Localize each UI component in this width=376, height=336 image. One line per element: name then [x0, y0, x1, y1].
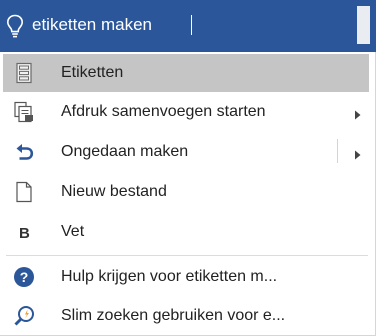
undo-icon [13, 141, 35, 163]
submenu-arrow-icon[interactable] [354, 147, 362, 165]
menu-item-label: Slim zoeken gebruiken voor e... [61, 307, 286, 324]
svg-text:?: ? [20, 269, 29, 285]
menu-item-nieuw-bestand[interactable]: Nieuw bestand [0, 172, 375, 212]
menu-item-slim-zoeken[interactable]: Slim zoeken gebruiken voor e... [0, 296, 375, 336]
menu-item-hulp-krijgen[interactable]: ? Hulp krijgen voor etiketten m... [0, 257, 375, 297]
menu-item-label: Hulp krijgen voor etiketten m... [61, 268, 278, 285]
menu-item-label: Etiketten [61, 64, 124, 81]
menu-item-label: Ongedaan maken [61, 143, 189, 160]
help-icon: ? [13, 266, 35, 288]
mail-merge-icon [13, 101, 35, 123]
labels-icon [13, 62, 35, 84]
menu-item-vet[interactable]: B Vet [0, 212, 375, 252]
smart-lookup-icon [13, 305, 35, 327]
menu-item-etiketten[interactable]: Etiketten [3, 54, 369, 92]
menu-item-label: Nieuw bestand [61, 183, 167, 200]
search-input[interactable]: etiketten maken [32, 14, 152, 36]
bold-icon: B [13, 221, 35, 243]
menu-item-afdruk-samenvoegen[interactable]: Afdruk samenvoegen starten [0, 92, 375, 132]
new-document-icon [13, 181, 35, 203]
split-button-divider [337, 139, 338, 163]
lightbulb-icon [6, 14, 24, 43]
submenu-arrow-icon[interactable] [354, 107, 362, 125]
search-field-edge [357, 6, 370, 44]
menu-item-label: Vet [61, 223, 85, 240]
search-results-menu: Etiketten Afdruk samenvoegen starten Ong… [0, 52, 376, 336]
text-caret [191, 15, 192, 35]
menu-divider [6, 255, 368, 256]
tell-me-search-bar[interactable]: etiketten maken [0, 0, 376, 52]
menu-item-label: Afdruk samenvoegen starten [61, 103, 266, 120]
svg-text:B: B [19, 225, 30, 242]
menu-item-ongedaan-maken[interactable]: Ongedaan maken [0, 132, 375, 172]
